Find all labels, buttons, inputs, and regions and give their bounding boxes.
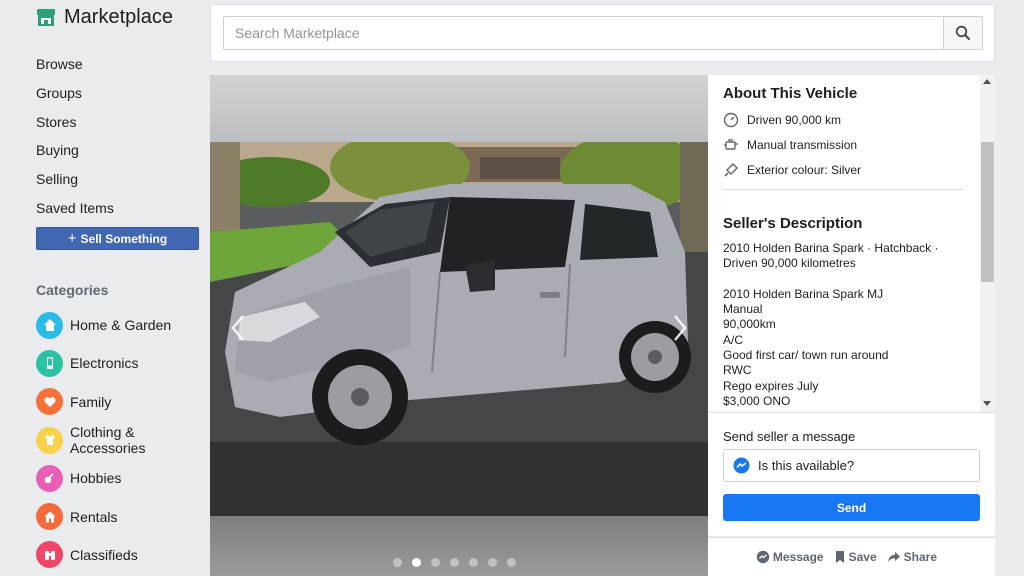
send-button[interactable]: Send — [723, 494, 980, 521]
description-summary-line: Driven 90,000 kilometres — [723, 256, 856, 271]
scroll-up-arrow-icon[interactable] — [983, 79, 991, 84]
house-icon — [36, 503, 63, 531]
binoculars-icon — [36, 541, 63, 569]
phone-icon — [36, 349, 63, 377]
listing-details: About This Vehicle Driven 90,000 km Manu… — [708, 75, 995, 412]
category-rentals[interactable]: Rentals — [36, 497, 171, 535]
category-label: Clothing & Accessories — [70, 424, 146, 457]
sell-something-label: Sell Something — [80, 231, 168, 246]
search-button[interactable] — [943, 16, 983, 50]
bookmark-icon — [835, 551, 844, 563]
pagination-dot[interactable] — [393, 558, 402, 567]
sidebar: Marketplace Browse Groups Stores Buying … — [0, 0, 210, 576]
listing-actions: Message Save Share — [708, 537, 995, 576]
share-icon — [887, 552, 900, 562]
scroll-down-arrow-icon[interactable] — [983, 401, 991, 406]
pagination-dot[interactable] — [412, 558, 421, 567]
heart-icon — [36, 388, 63, 416]
search-input[interactable] — [223, 16, 944, 50]
description-summary-line: 2010 Holden Barina Spark · Hatchback · — [723, 241, 939, 255]
details-scrollbar-thumb[interactable] — [981, 142, 994, 282]
pagination-dot[interactable] — [431, 558, 440, 567]
category-label: Rentals — [70, 508, 118, 525]
next-photo-arrow-icon[interactable] — [670, 313, 690, 343]
category-label: Classifieds — [70, 546, 138, 563]
category-clothing-accessories[interactable]: Clothing & Accessories — [36, 421, 171, 459]
category-label: Family — [70, 393, 112, 410]
sidebar-item-saved-items[interactable]: Saved Items — [36, 193, 114, 222]
previous-photo-arrow-icon[interactable] — [228, 313, 248, 343]
category-label: Hobbies — [70, 470, 122, 487]
description-line: Manual — [723, 302, 763, 317]
category-label: Home & Garden — [70, 317, 172, 334]
message-seller-label: Send seller a message — [723, 429, 856, 444]
category-family[interactable]: Family — [36, 383, 171, 421]
seller-description: 2010 Holden Barina Spark · Hatchback · D… — [723, 241, 963, 409]
messenger-icon — [733, 457, 750, 474]
message-action-button[interactable]: Message — [756, 550, 824, 564]
message-action-label: Message — [772, 550, 824, 564]
pagination-dot[interactable] — [450, 558, 459, 567]
listing-photo[interactable] — [210, 142, 708, 516]
guitar-icon — [36, 464, 63, 492]
sell-something-button[interactable]: + Sell Something — [36, 227, 199, 250]
feature-text: Driven 90,000 km — [747, 113, 842, 127]
divider — [723, 189, 964, 190]
seller-description-heading: Seller's Description — [723, 215, 863, 232]
page-title: Marketplace — [64, 6, 173, 28]
categories-list: Home & Garden Electronics Family Clothin… — [36, 306, 171, 574]
share-button[interactable]: Share — [887, 550, 937, 564]
search-bar — [210, 4, 995, 62]
pagination-dot[interactable] — [488, 558, 497, 567]
message-input[interactable]: Is this available? — [723, 449, 980, 482]
category-hobbies[interactable]: Hobbies — [36, 459, 171, 497]
brand[interactable]: Marketplace — [36, 6, 173, 29]
description-line: 90,000km — [723, 317, 776, 332]
listing-photo-viewer — [210, 75, 708, 576]
description-line: A/C — [723, 332, 744, 347]
description-line: RWC — [723, 363, 752, 378]
feature-colour: Exterior colour: Silver — [723, 162, 861, 178]
photo-pagination-dots — [393, 558, 526, 567]
category-electronics[interactable]: Electronics — [36, 344, 171, 382]
pagination-dot[interactable] — [507, 558, 516, 567]
photo-blur-bottom — [210, 516, 708, 576]
description-line: $3,000 ONO — [723, 393, 791, 408]
description-line: 2010 Holden Barina Spark MJ — [723, 286, 884, 301]
shirt-icon — [36, 426, 63, 454]
description-line: Good first car/ town run around — [723, 348, 889, 363]
sidebar-item-selling[interactable]: Selling — [36, 165, 114, 194]
description-line: Rego expires July — [723, 378, 819, 393]
category-home-garden[interactable]: Home & Garden — [36, 306, 171, 344]
sidebar-item-groups[interactable]: Groups — [36, 79, 114, 108]
home-icon — [36, 311, 63, 339]
categories-heading: Categories — [36, 282, 109, 298]
marketplace-store-icon — [36, 8, 56, 27]
sidebar-item-buying[interactable]: Buying — [36, 136, 114, 165]
photo-blur-top — [210, 75, 708, 142]
search-icon — [955, 25, 970, 40]
message-seller-panel: Send seller a message Is this available?… — [708, 412, 995, 536]
category-classifieds[interactable]: Classifieds — [36, 536, 171, 574]
feature-transmission: Manual transmission — [723, 137, 857, 153]
save-label: Save — [848, 550, 877, 564]
save-button[interactable]: Save — [834, 550, 877, 564]
feature-mileage: Driven 90,000 km — [723, 112, 841, 128]
about-vehicle-heading: About This Vehicle — [723, 85, 858, 102]
feature-text: Exterior colour: Silver — [747, 163, 862, 177]
messenger-icon — [756, 550, 770, 564]
speedometer-icon — [723, 112, 739, 128]
message-text: Is this available? — [758, 458, 855, 473]
engine-icon — [724, 139, 738, 150]
feature-text: Manual transmission — [747, 138, 858, 152]
plus-icon: + — [67, 230, 77, 247]
pagination-dot[interactable] — [469, 558, 478, 567]
sidebar-item-stores[interactable]: Stores — [36, 107, 114, 136]
category-label: Electronics — [70, 355, 139, 372]
share-label: Share — [903, 550, 937, 564]
paint-brush-icon — [724, 163, 738, 177]
sidebar-item-browse[interactable]: Browse — [36, 50, 114, 79]
sidebar-nav: Browse Groups Stores Buying Selling Save… — [36, 50, 114, 222]
